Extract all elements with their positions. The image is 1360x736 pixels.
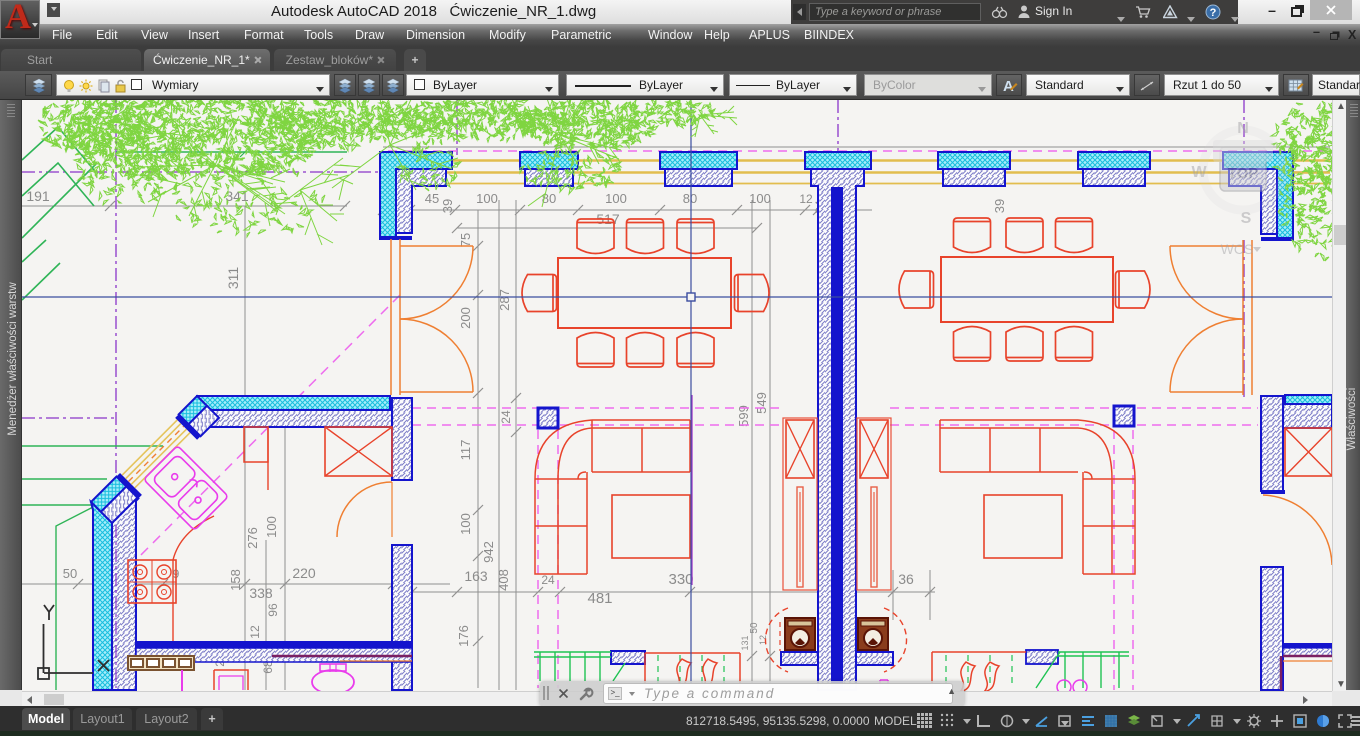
svg-text:408: 408: [496, 569, 511, 591]
svg-text:942: 942: [481, 541, 496, 563]
svg-text:12: 12: [248, 625, 262, 639]
svg-text:45: 45: [425, 191, 439, 206]
svg-text:311: 311: [225, 267, 241, 290]
svg-text:276: 276: [245, 527, 260, 549]
svg-text:287: 287: [497, 289, 512, 311]
svg-text:176: 176: [456, 625, 471, 647]
svg-text:338: 338: [249, 585, 273, 601]
svg-text:549: 549: [754, 392, 769, 414]
svg-text:50: 50: [63, 566, 77, 581]
svg-text:117: 117: [458, 440, 473, 461]
svg-text:36: 36: [898, 571, 914, 587]
svg-text:341: 341: [225, 188, 249, 204]
svg-text:100: 100: [264, 516, 279, 538]
svg-text:100: 100: [605, 191, 627, 206]
svg-text:WCS: WCS: [1221, 241, 1254, 257]
svg-text:100: 100: [476, 191, 498, 206]
svg-text:220: 220: [292, 565, 316, 581]
svg-text:75: 75: [458, 233, 473, 247]
svg-text:39: 39: [440, 199, 455, 213]
svg-text:100: 100: [458, 513, 473, 535]
svg-text:96: 96: [266, 603, 280, 617]
svg-text:TOP: TOP: [1228, 165, 1259, 182]
svg-text:12: 12: [758, 635, 768, 645]
svg-text:163: 163: [464, 568, 488, 584]
svg-text:24: 24: [541, 573, 555, 587]
svg-text:330: 330: [668, 571, 693, 588]
svg-text:39: 39: [992, 199, 1007, 213]
svg-text:N: N: [1237, 120, 1249, 137]
svg-text:191: 191: [26, 188, 50, 204]
svg-text:?: ?: [1210, 7, 1217, 19]
svg-text:12: 12: [799, 192, 813, 206]
svg-text:S: S: [1241, 210, 1252, 227]
svg-text:50: 50: [749, 622, 760, 634]
svg-text:131: 131: [740, 635, 750, 650]
svg-text:A: A: [1003, 78, 1014, 94]
svg-text:24: 24: [499, 410, 513, 424]
svg-text:W: W: [1191, 164, 1207, 181]
svg-text:80: 80: [683, 191, 697, 206]
svg-text:200: 200: [458, 307, 473, 329]
svg-text:481: 481: [587, 590, 612, 607]
